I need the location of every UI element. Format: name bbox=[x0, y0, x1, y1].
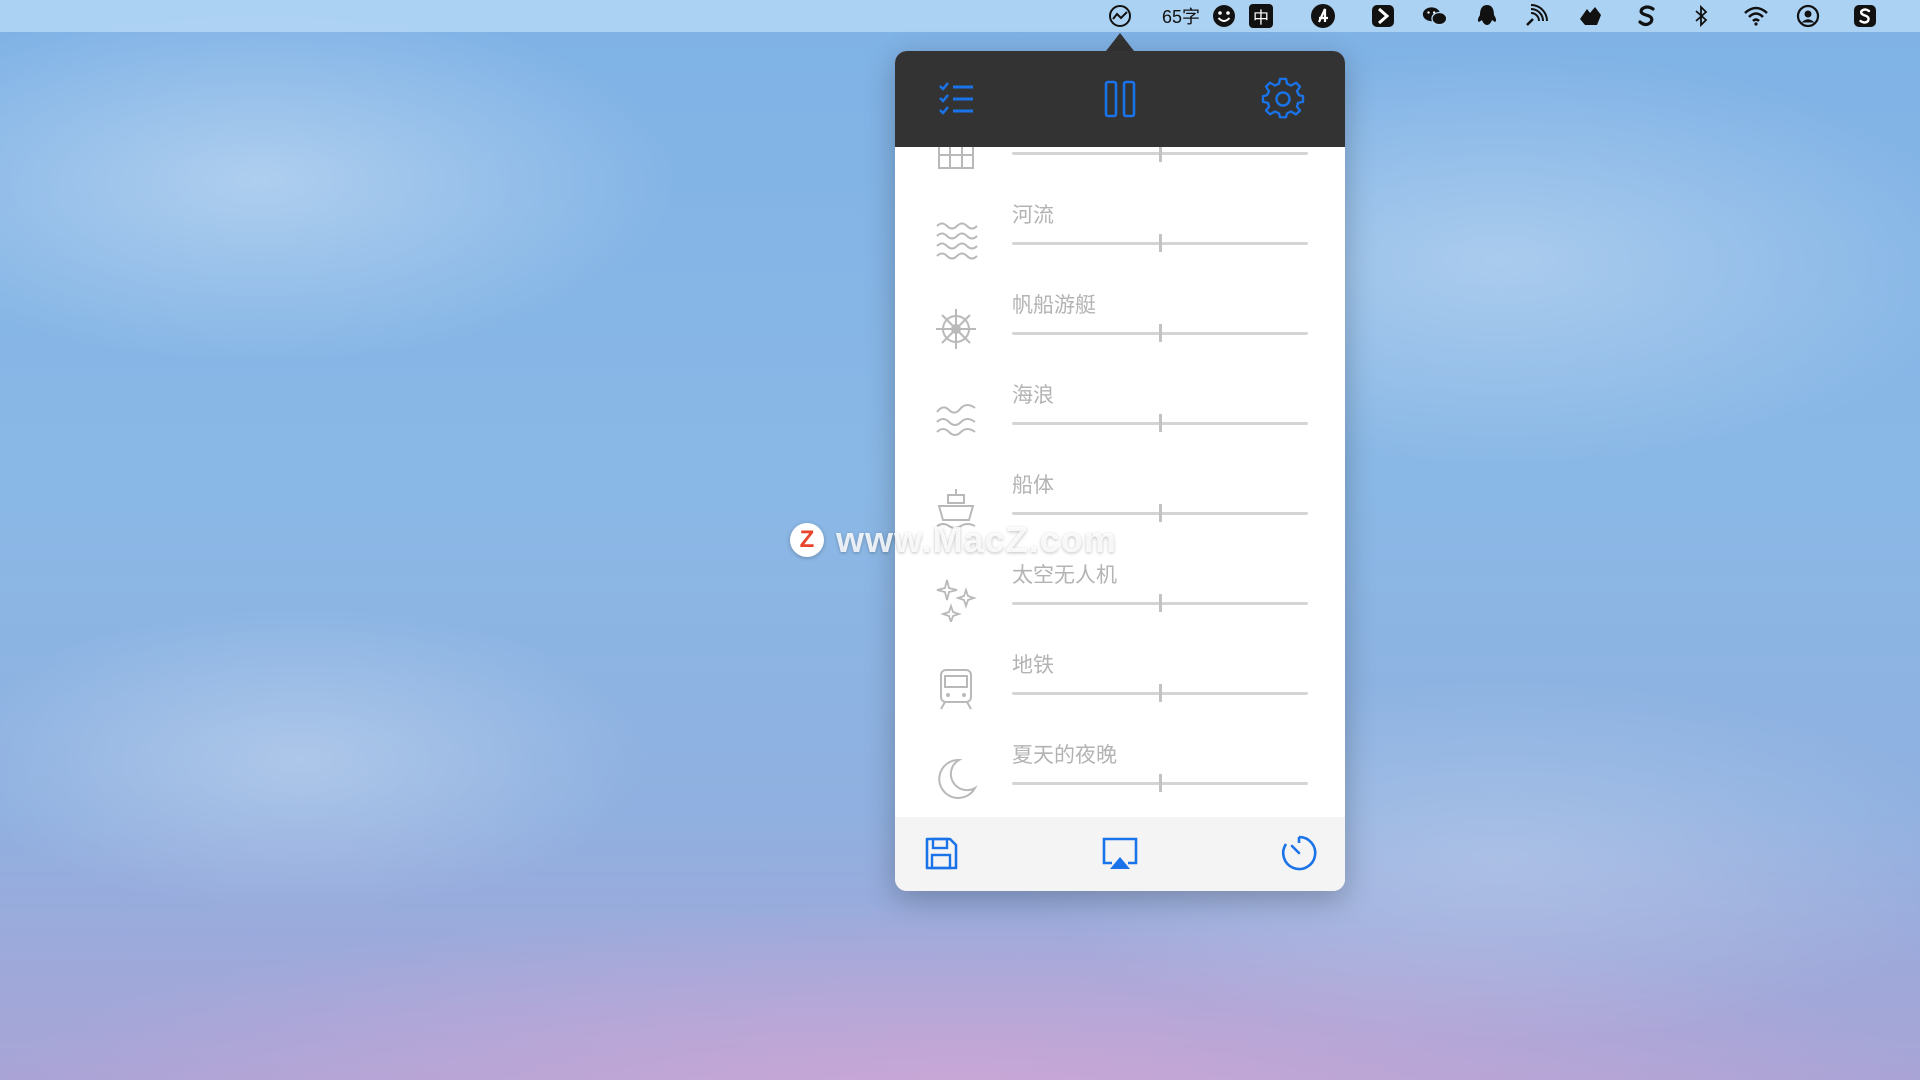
slider-thumb[interactable] bbox=[1158, 594, 1162, 612]
building-icon bbox=[933, 147, 979, 172]
watermark-logo: Z bbox=[790, 523, 824, 557]
ship-wheel-icon bbox=[933, 306, 979, 352]
volume-slider[interactable] bbox=[1012, 233, 1308, 253]
app-b-icon[interactable] bbox=[1368, 2, 1398, 30]
wifi-icon[interactable] bbox=[1740, 2, 1772, 30]
user-icon[interactable] bbox=[1794, 2, 1822, 30]
timer-icon[interactable] bbox=[1277, 831, 1321, 875]
volume-slider[interactable] bbox=[1012, 683, 1308, 703]
slider-thumb[interactable] bbox=[1158, 414, 1162, 432]
sound-row[interactable]: 河流 bbox=[895, 191, 1345, 281]
input-method-label: 中 bbox=[1249, 4, 1273, 28]
sound-label: 河流 bbox=[1012, 203, 1054, 227]
s-app-icon[interactable] bbox=[1632, 2, 1662, 30]
slider-thumb[interactable] bbox=[1158, 147, 1162, 162]
checklist-icon[interactable] bbox=[934, 77, 978, 121]
sound-label: 夏天的夜晚 bbox=[1012, 743, 1117, 767]
watermark-text: www.MacZ.com bbox=[836, 519, 1117, 560]
sound-row[interactable]: 海浪 bbox=[895, 371, 1345, 461]
popover-header bbox=[895, 51, 1345, 147]
gear-icon[interactable] bbox=[1261, 77, 1305, 121]
watermark: Z www.MacZ.com bbox=[790, 519, 1117, 560]
volume-slider[interactable] bbox=[1012, 593, 1308, 613]
wechat-icon[interactable] bbox=[1418, 2, 1452, 30]
slider-thumb[interactable] bbox=[1158, 234, 1162, 252]
train-icon bbox=[933, 666, 979, 712]
input-method-icon[interactable]: 中 bbox=[1247, 2, 1275, 30]
word-count[interactable]: 65字 bbox=[1160, 2, 1202, 30]
sound-row[interactable]: 帆船游艇 bbox=[895, 281, 1345, 371]
watermark-logo-letter: Z bbox=[799, 526, 815, 553]
sparkles-icon bbox=[933, 576, 979, 625]
bluetooth-icon[interactable] bbox=[1688, 2, 1714, 30]
cast-icon[interactable] bbox=[1520, 2, 1552, 30]
bird-icon[interactable] bbox=[1574, 2, 1606, 30]
waves-icon bbox=[933, 396, 979, 442]
moon-icon bbox=[933, 756, 979, 802]
sound-label: 海浪 bbox=[1012, 383, 1054, 407]
s-box-icon[interactable] bbox=[1850, 2, 1880, 30]
noizio-icon[interactable] bbox=[1105, 2, 1135, 30]
slider-thumb[interactable] bbox=[1158, 774, 1162, 792]
save-icon[interactable] bbox=[919, 831, 963, 875]
app-a-icon[interactable] bbox=[1308, 2, 1338, 30]
volume-slider[interactable] bbox=[1012, 323, 1308, 343]
sound-label: 帆船游艇 bbox=[1012, 293, 1096, 317]
volume-slider[interactable] bbox=[1012, 773, 1308, 793]
popover-arrow bbox=[1106, 33, 1134, 51]
sound-row[interactable] bbox=[895, 147, 1345, 191]
slider-thumb[interactable] bbox=[1158, 684, 1162, 702]
popover-footer bbox=[895, 817, 1345, 891]
pause-icon[interactable] bbox=[1098, 77, 1142, 121]
emoji-icon[interactable] bbox=[1210, 2, 1238, 30]
slider-thumb[interactable] bbox=[1158, 504, 1162, 522]
volume-slider[interactable] bbox=[1012, 413, 1308, 433]
airplay-icon[interactable] bbox=[1098, 831, 1142, 875]
volume-slider[interactable] bbox=[1012, 147, 1308, 163]
sound-row[interactable]: 夏天的夜晚 bbox=[895, 731, 1345, 817]
sound-row[interactable]: 地铁 bbox=[895, 641, 1345, 731]
sound-list[interactable]: 河流 帆船游艇 海浪 船体 太空无人机 地铁 夏天的夜晚 bbox=[895, 147, 1345, 817]
sound-label: 太空无人机 bbox=[1012, 563, 1117, 587]
slider-thumb[interactable] bbox=[1158, 324, 1162, 342]
sound-label: 地铁 bbox=[1012, 653, 1054, 677]
river-icon bbox=[933, 216, 979, 262]
qq-icon[interactable] bbox=[1472, 2, 1502, 30]
noizio-popover: 河流 帆船游艇 海浪 船体 太空无人机 地铁 夏天的夜晚 bbox=[895, 51, 1345, 891]
sound-label: 船体 bbox=[1012, 473, 1054, 497]
sound-row[interactable]: 太空无人机 bbox=[895, 551, 1345, 641]
menu-bar: 65字 中 bbox=[0, 0, 1920, 32]
